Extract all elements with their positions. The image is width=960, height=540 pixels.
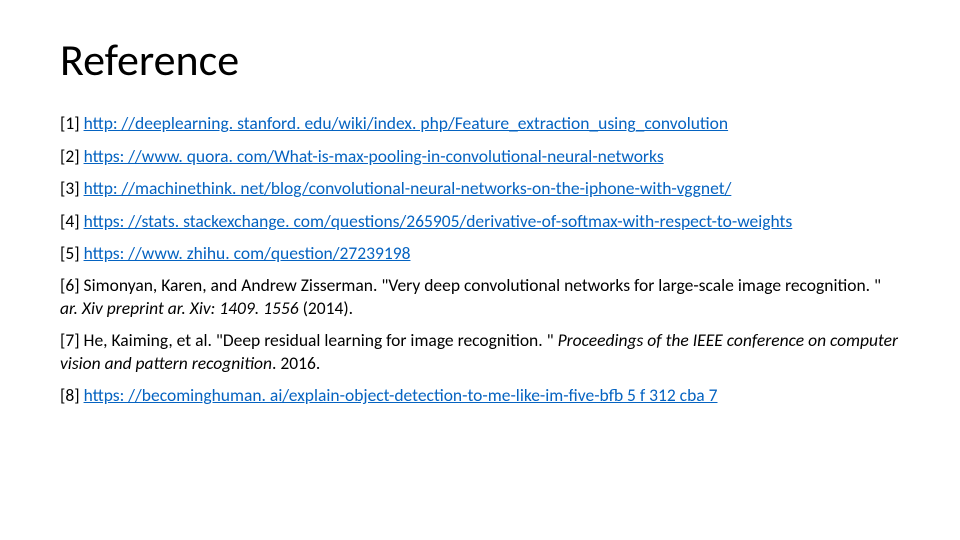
reference-item-2: [2] https: //www. quora. com/What-is-max…: [60, 145, 900, 167]
reference-item-1: [1] http: //deeplearning. stanford. edu/…: [60, 112, 900, 134]
reference-item-8: [8] https: //becominghuman. ai/explain-o…: [60, 384, 900, 406]
reference-item-7: [7] He, Kaiming, et al. "Deep residual l…: [60, 329, 900, 374]
page-title: Reference: [60, 36, 900, 84]
slide: Reference [1] http: //deeplearning. stan…: [0, 0, 960, 540]
ref-num: [3]: [60, 177, 84, 199]
ref-num: [1]: [60, 112, 84, 134]
ref-text: (2014).: [299, 297, 353, 319]
reference-item-4: [4] https: //stats. stackexchange. com/q…: [60, 210, 900, 232]
ref-num: [4]: [60, 210, 84, 232]
ref-num: [5]: [60, 242, 84, 264]
reference-item-3: [3] http: //machinethink. net/blog/convo…: [60, 177, 900, 199]
ref-text: [6] Simonyan, Karen, and Andrew Zisserma…: [60, 274, 881, 296]
ref-link-5[interactable]: https: //www. zhihu. com/question/272391…: [84, 242, 411, 264]
reference-item-5: [5] https: //www. zhihu. com/question/27…: [60, 242, 900, 264]
ref-text: . 2016.: [272, 352, 320, 374]
ref-link-1[interactable]: http: //deeplearning. stanford. edu/wiki…: [84, 112, 729, 134]
ref-link-4[interactable]: https: //stats. stackexchange. com/quest…: [84, 210, 793, 232]
ref-text: [7] He, Kaiming, et al. "Deep residual l…: [60, 329, 558, 351]
reference-item-6: [6] Simonyan, Karen, and Andrew Zisserma…: [60, 274, 900, 319]
reference-list: [1] http: //deeplearning. stanford. edu/…: [60, 112, 900, 406]
ref-link-2[interactable]: https: //www. quora. com/What-is-max-poo…: [84, 145, 664, 167]
ref-italic: ar. Xiv preprint ar. Xiv: 1409. 1556: [60, 297, 299, 319]
ref-num: [2]: [60, 145, 84, 167]
ref-link-3[interactable]: http: //machinethink. net/blog/convoluti…: [84, 177, 732, 199]
ref-num: [8]: [60, 384, 84, 406]
ref-link-8[interactable]: https: //becominghuman. ai/explain-objec…: [84, 384, 718, 406]
